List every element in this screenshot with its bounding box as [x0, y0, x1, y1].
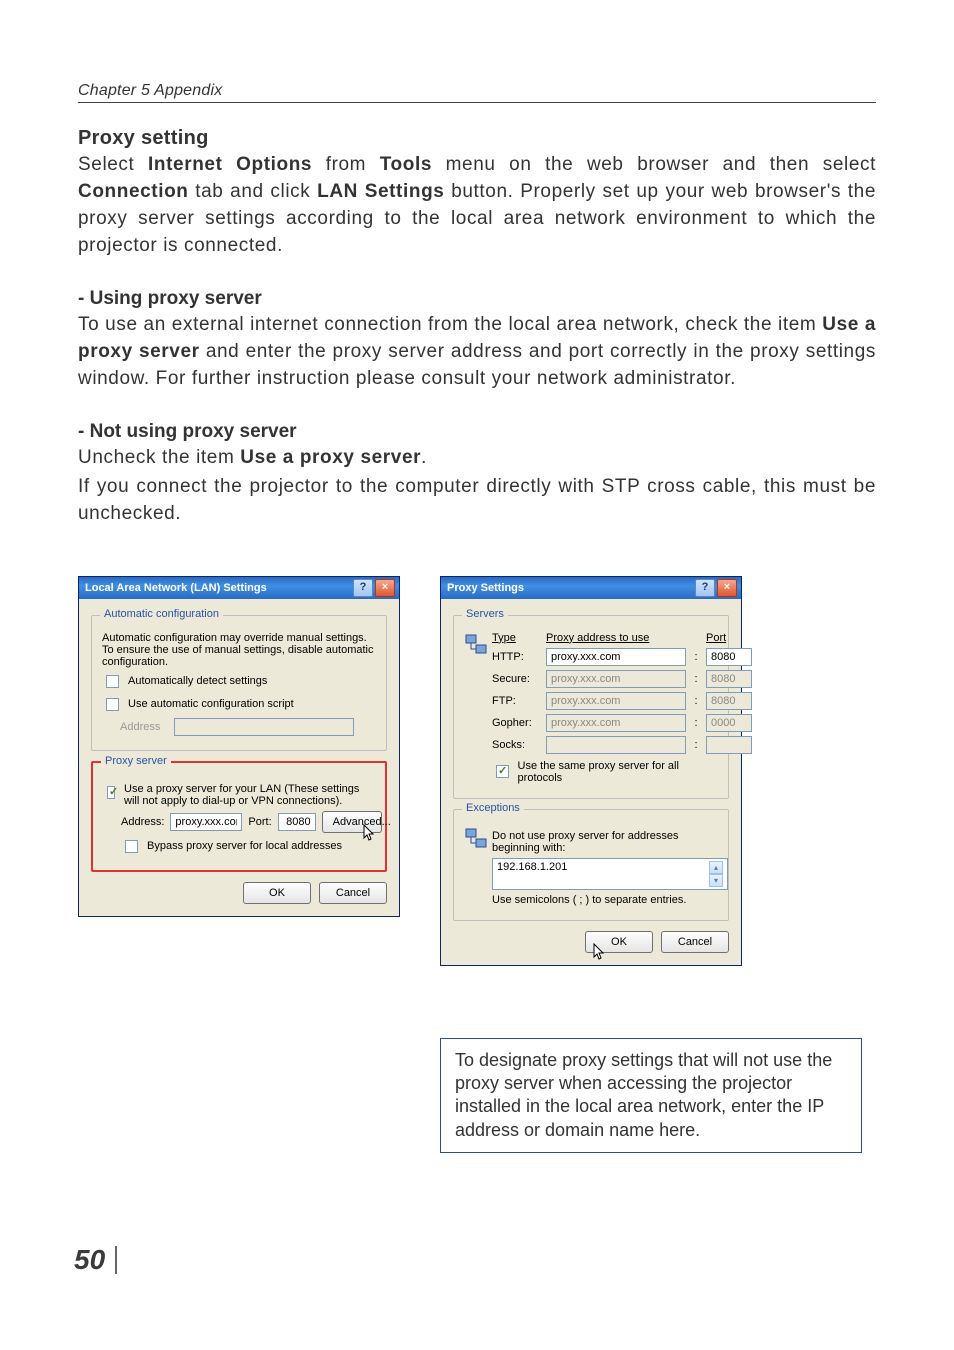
group-auto-legend: Automatic configuration	[100, 608, 223, 620]
intro-paragraph: Select Internet Options from Tools menu …	[78, 152, 876, 260]
colon: :	[692, 673, 700, 685]
section-title: Proxy setting	[78, 127, 876, 150]
text-bold: LAN Settings	[317, 181, 444, 202]
row-gopher-label: Gopher:	[492, 717, 540, 729]
row-secure-label: Secure:	[492, 673, 540, 685]
chapter-header: Chapter 5 Appendix	[78, 82, 876, 103]
chk-bypass-label: Bypass proxy server for local addresses	[147, 840, 342, 852]
text: Select	[78, 154, 148, 175]
proxy-titlebar: Proxy Settings ? ×	[441, 577, 741, 599]
text: Uncheck the item	[78, 447, 240, 468]
exceptions-value: 192.168.1.201	[497, 861, 567, 887]
chk-auto-script-label: Use automatic configuration script	[128, 698, 294, 710]
proxy-address-label: Address:	[121, 816, 164, 828]
text: .	[421, 447, 427, 468]
scroll-down-icon[interactable]: ▾	[709, 874, 723, 887]
text: from	[312, 154, 380, 175]
gopher-port-input	[706, 714, 752, 732]
exceptions-input[interactable]: 192.168.1.201 ▴ ▾	[492, 858, 728, 890]
group-proxy-server: Proxy server Use a proxy server for your…	[91, 761, 387, 872]
help-icon[interactable]: ?	[353, 579, 373, 597]
chk-auto-detect[interactable]: Automatically detect settings	[102, 672, 376, 691]
chk-bypass-box[interactable]	[125, 840, 138, 853]
proxy-address-input[interactable]	[170, 813, 242, 831]
exceptions-note: Use semicolons ( ; ) to separate entries…	[492, 894, 718, 906]
text-bold: Use a proxy server	[240, 447, 421, 468]
advanced-button-label: Advanced...	[333, 816, 391, 828]
group-servers-legend: Servers	[462, 608, 508, 620]
http-port-input[interactable]	[706, 648, 752, 666]
chk-same-proxy-label: Use the same proxy server for all protoc…	[518, 760, 718, 784]
proxy-settings-dialog: Proxy Settings ? × Servers Type Proxy ad…	[440, 576, 742, 966]
colon: :	[692, 739, 700, 751]
close-icon[interactable]: ×	[375, 579, 395, 597]
head-addr: Proxy address to use	[546, 632, 686, 644]
lan-settings-dialog: Local Area Network (LAN) Settings ? × Au…	[78, 576, 400, 917]
text: menu on the web browser and then select	[432, 154, 876, 175]
socks-address-input	[546, 736, 686, 754]
row-socks-label: Socks:	[492, 739, 540, 751]
proxy-port-input[interactable]	[278, 813, 316, 831]
gopher-address-input	[546, 714, 686, 732]
group-exceptions-legend: Exceptions	[462, 802, 524, 814]
chk-use-proxy-label: Use a proxy server for your LAN (These s…	[124, 783, 375, 807]
advanced-button[interactable]: Advanced...	[322, 811, 382, 833]
proxy-ok-button[interactable]: OK	[585, 931, 653, 953]
chk-auto-script[interactable]: Use automatic configuration script	[102, 695, 376, 714]
group-servers: Servers Type Proxy address to use Port H…	[453, 615, 729, 799]
text: To use an external internet connection f…	[78, 314, 822, 335]
row-ftp-label: FTP:	[492, 695, 540, 707]
chk-bypass[interactable]: Bypass proxy server for local addresses	[121, 837, 375, 856]
lan-ok-button[interactable]: OK	[243, 882, 311, 904]
chk-auto-detect-label: Automatically detect settings	[128, 675, 267, 687]
group-auto-config: Automatic configuration Automatic config…	[91, 615, 387, 751]
http-address-input[interactable]	[546, 648, 686, 666]
script-address-input	[174, 718, 354, 736]
colon: :	[692, 695, 700, 707]
exceptions-text: Do not use proxy server for addresses be…	[492, 830, 718, 854]
network-icon	[464, 632, 488, 656]
colon: :	[692, 717, 700, 729]
using-title: - Using proxy server	[78, 288, 876, 310]
lan-title: Local Area Network (LAN) Settings	[85, 582, 267, 594]
chk-use-proxy[interactable]: Use a proxy server for your LAN (These s…	[103, 783, 375, 807]
caption-box: To designate proxy settings that will no…	[440, 1038, 862, 1154]
colon: :	[692, 651, 700, 663]
proxy-title: Proxy Settings	[447, 582, 524, 594]
text-bold: Internet Options	[148, 154, 312, 175]
ftp-port-input	[706, 692, 752, 710]
head-port: Port	[706, 632, 752, 644]
notusing-text2: If you connect the projector to the comp…	[78, 474, 876, 528]
proxy-port-label: Port:	[248, 816, 271, 828]
using-text: To use an external internet connection f…	[78, 312, 876, 393]
address-label: Address	[120, 721, 168, 733]
help-icon[interactable]: ?	[695, 579, 715, 597]
chk-use-proxy-box[interactable]	[107, 786, 115, 799]
chk-auto-script-box[interactable]	[106, 698, 119, 711]
socks-port-input	[706, 736, 752, 754]
proxy-cancel-button[interactable]: Cancel	[661, 931, 729, 953]
head-type: Type	[492, 632, 540, 644]
lan-titlebar: Local Area Network (LAN) Settings ? ×	[79, 577, 399, 599]
close-icon[interactable]: ×	[717, 579, 737, 597]
lan-cancel-button[interactable]: Cancel	[319, 882, 387, 904]
text: tab and click	[189, 181, 318, 202]
group-exceptions: Exceptions Do not use proxy server for a…	[453, 809, 729, 921]
ftp-address-input	[546, 692, 686, 710]
chk-auto-detect-box[interactable]	[106, 675, 119, 688]
text-bold: Tools	[380, 154, 432, 175]
row-http-label: HTTP:	[492, 651, 540, 663]
group-proxy-legend: Proxy server	[101, 755, 171, 767]
chk-same-proxy[interactable]: Use the same proxy server for all protoc…	[492, 760, 718, 784]
network-icon	[464, 826, 488, 850]
scroll-up-icon[interactable]: ▴	[709, 861, 723, 874]
notusing-title: - Not using proxy server	[78, 421, 876, 443]
auto-config-text: Automatic configuration may override man…	[102, 632, 376, 668]
notusing-text1: Uncheck the item Use a proxy server.	[78, 445, 876, 472]
chk-same-proxy-box[interactable]	[496, 765, 509, 778]
page-number: 50	[74, 1246, 117, 1274]
secure-port-input	[706, 670, 752, 688]
secure-address-input	[546, 670, 686, 688]
text-bold: Connection	[78, 181, 189, 202]
